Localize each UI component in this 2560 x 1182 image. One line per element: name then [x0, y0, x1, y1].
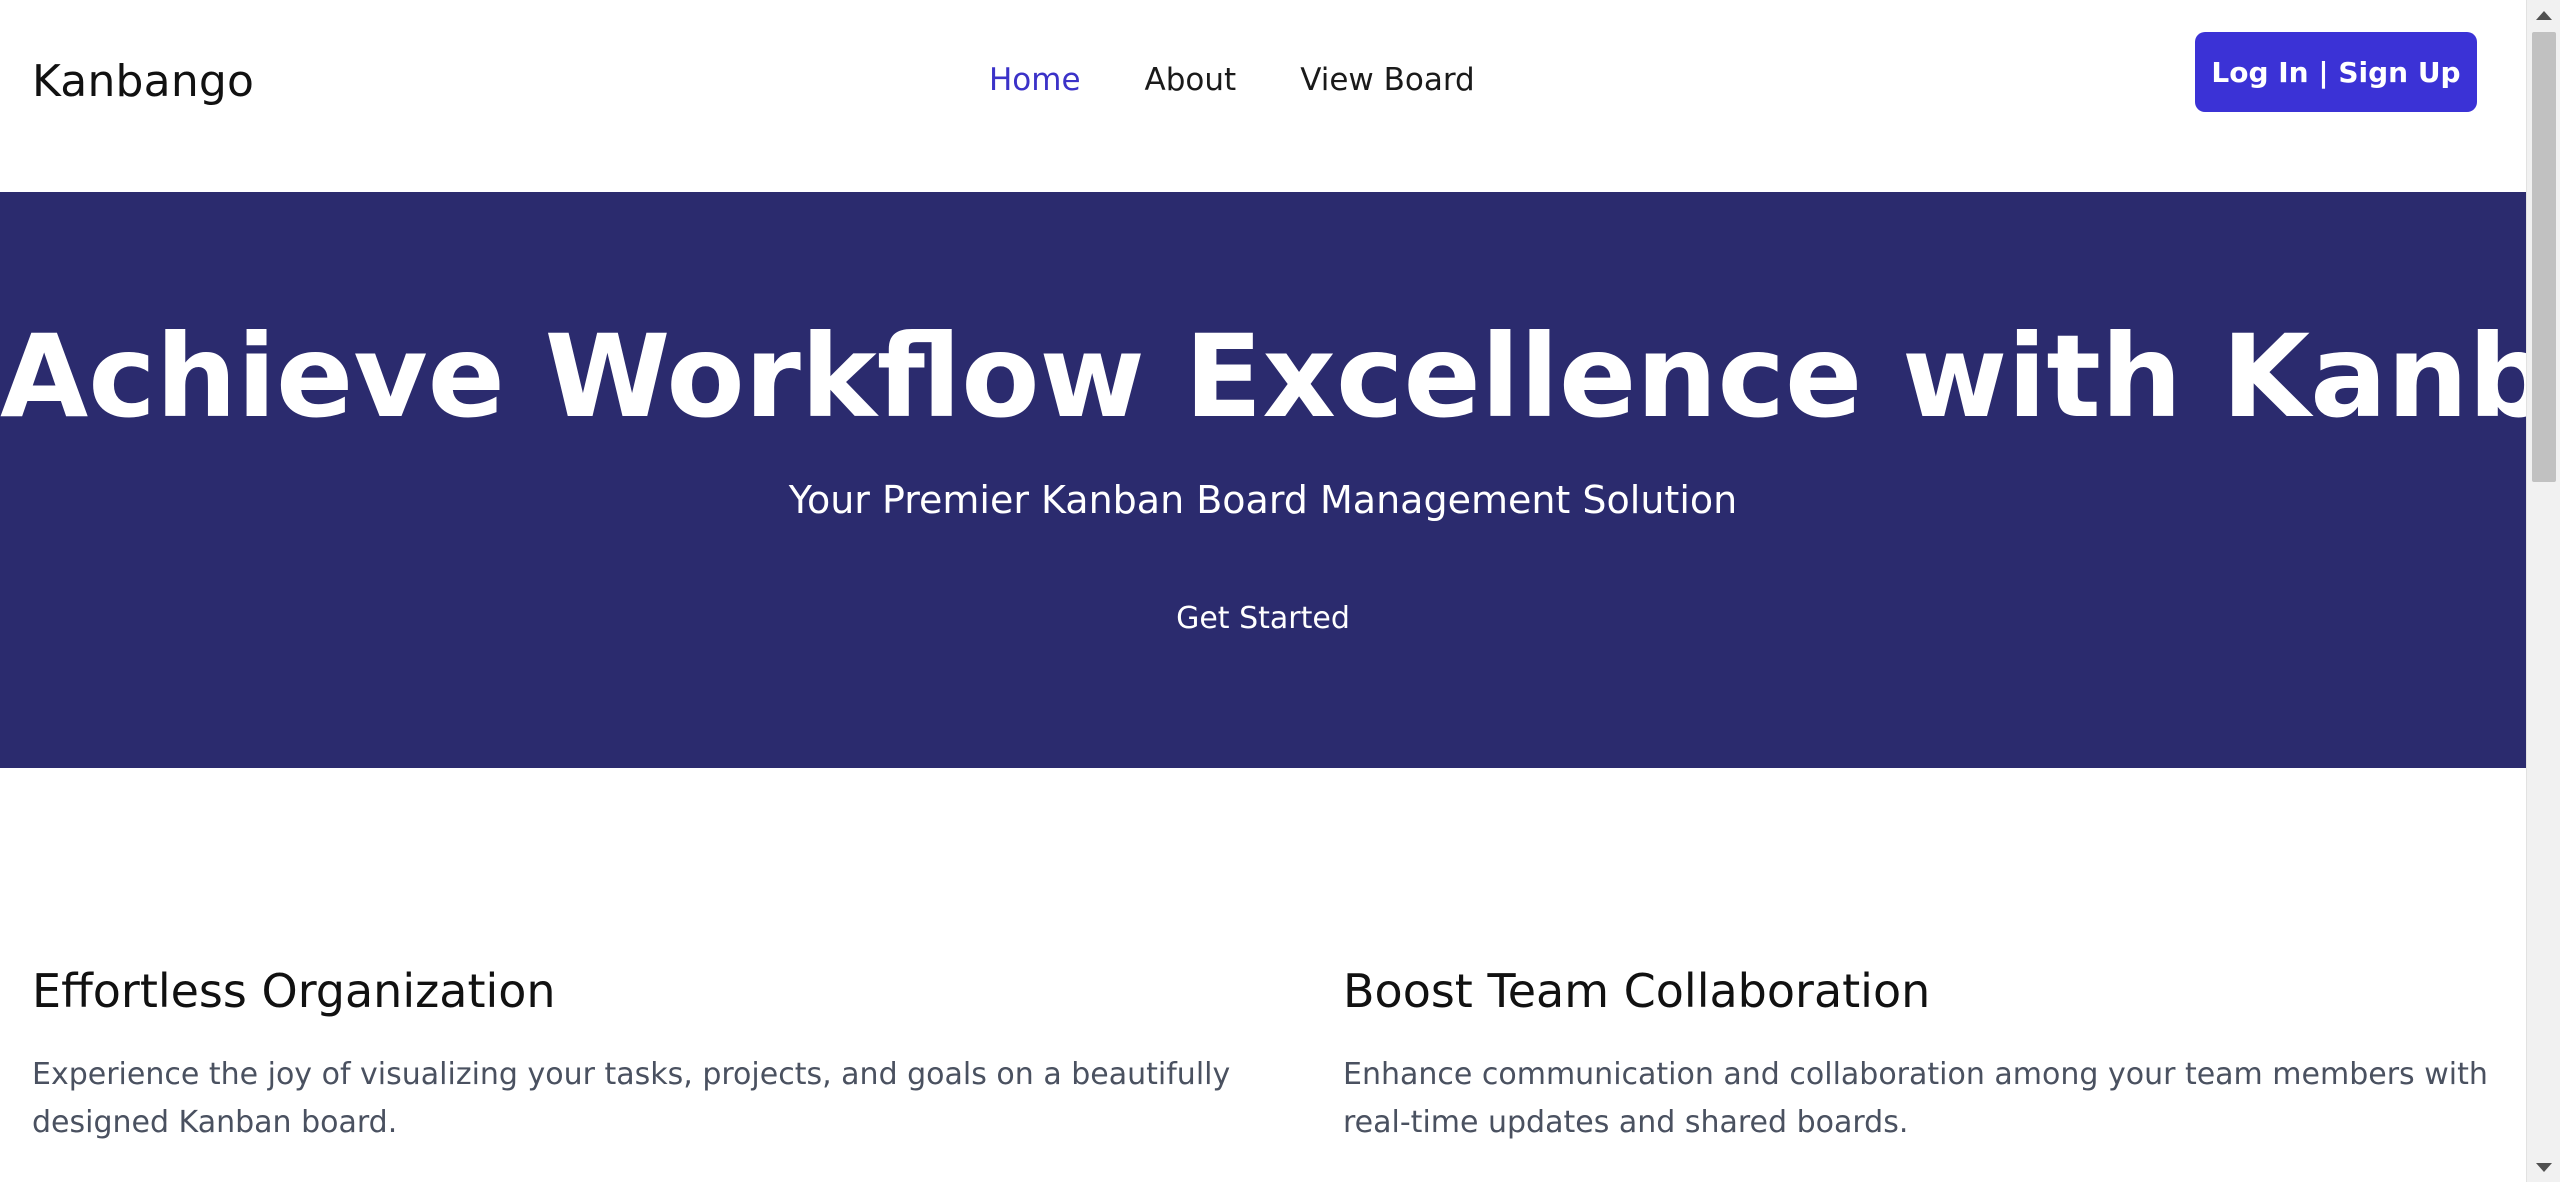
feature-description: Experience the joy of visualizing your t… [32, 1057, 1231, 1141]
feature-title: Effortless Organization [32, 964, 556, 1018]
feature-title: Boost Team Collaboration [1343, 964, 1931, 1018]
triangle-up-icon [2536, 10, 2552, 20]
nav-link-view-board[interactable]: View Board [1300, 62, 1475, 98]
feature-card-collaboration: Boost Team Collaboration Enhance communi… [1343, 964, 2493, 1147]
hero-section: Achieve Workflow Excellence with Kanbang… [0, 192, 2560, 768]
hero-subtitle: Your Premier Kanban Board Management Sol… [788, 478, 1738, 522]
site-header: Kanbango Home About View Board Log In | … [0, 0, 2526, 192]
scroll-up-button[interactable] [2527, 0, 2560, 30]
brand-logo-text[interactable]: Kanbango [32, 56, 254, 107]
feature-card-organization: Effortless Organization Experience the j… [32, 964, 1272, 1147]
vertical-scrollbar[interactable] [2526, 0, 2560, 1182]
scroll-down-button[interactable] [2527, 1152, 2560, 1182]
feature-description: Enhance communication and collaboration … [1343, 1057, 2488, 1141]
triangle-down-icon [2536, 1162, 2552, 1172]
login-signup-button[interactable]: Log In | Sign Up [2195, 32, 2477, 112]
page: Kanbango Home About View Board Log In | … [0, 0, 2560, 1182]
nav-link-home[interactable]: Home [989, 62, 1081, 98]
main-nav: Home About View Board [989, 62, 1475, 98]
get-started-button[interactable]: Get Started [1163, 590, 1363, 646]
browser-viewport: Kanbango Home About View Board Log In | … [0, 0, 2560, 1182]
hero-title: Achieve Workflow Excellence with Kanbang… [0, 310, 2560, 443]
scrollbar-thumb[interactable] [2532, 32, 2556, 482]
nav-link-about[interactable]: About [1145, 62, 1237, 98]
